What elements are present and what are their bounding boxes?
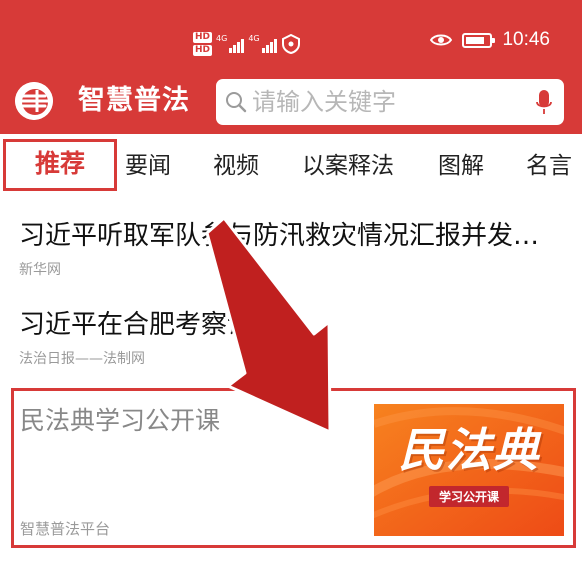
eye-comfort-icon <box>430 34 453 46</box>
list-item[interactable]: 习近平听取军队参与防汛救灾情况汇报并发表重要讲话 新华网 <box>0 200 582 290</box>
app-title: 智慧普法 <box>78 85 190 116</box>
battery-icon <box>462 32 496 48</box>
news-source: 新华网 <box>19 262 61 278</box>
hd-badge-bottom: HD <box>193 45 213 56</box>
signal-icon: 4G <box>216 34 245 53</box>
tab-headlines[interactable]: 要闻 <box>125 151 171 181</box>
hd-badge-top: HD <box>193 32 213 43</box>
featured-title[interactable]: 民法典学习公开课 <box>20 405 220 437</box>
category-tabs: 推荐 要闻 视频 以案释法 图解 名言 <box>0 134 582 200</box>
news-title[interactable]: 习近平在合肥考察调研 <box>19 308 564 342</box>
clock: 10:46 <box>502 29 550 50</box>
system-indicators: 10:46 <box>430 30 550 50</box>
hotspot-icon <box>281 34 300 54</box>
network-indicators: HD HD 4G 4G <box>193 28 301 60</box>
hd-icon: HD HD <box>193 32 213 56</box>
status-bar: HD HD 4G 4G 10:46 <box>0 0 582 80</box>
list-item[interactable]: 习近平在合肥考察调研 法治日报——法制网 <box>0 290 582 380</box>
microphone-icon[interactable] <box>536 90 552 116</box>
tab-quotes[interactable]: 名言 <box>526 151 572 181</box>
network-type-label: 4G <box>216 34 228 43</box>
tab-recommend[interactable]: 推荐 <box>3 139 117 191</box>
thumbnail-badge: 学习公开课 <box>428 486 510 507</box>
featured-source: 智慧普法平台 <box>20 520 111 538</box>
tab-videos[interactable]: 视频 <box>213 151 259 181</box>
tab-case-law[interactable]: 以案释法 <box>302 151 394 181</box>
news-source: 法治日报——法制网 <box>19 351 145 367</box>
network-type-label: 4G <box>248 34 260 43</box>
search-icon <box>226 92 247 113</box>
thumbnail-title: 民法典 <box>398 423 540 477</box>
search-input[interactable] <box>252 82 532 122</box>
signal-icon: 4G <box>248 34 277 53</box>
featured-course-card[interactable]: 民法典学习公开课 智慧普法平台 民法典 学习公开课 <box>11 388 576 548</box>
app-logo-icon[interactable] <box>15 82 53 120</box>
featured-thumbnail[interactable]: 民法典 学习公开课 <box>374 404 564 536</box>
search-bar[interactable] <box>216 79 564 125</box>
app-header: 智慧普法 <box>0 70 582 134</box>
tab-infographics[interactable]: 图解 <box>438 151 484 181</box>
news-title[interactable]: 习近平听取军队参与防汛救灾情况汇报并发表重要讲话 <box>19 219 564 253</box>
